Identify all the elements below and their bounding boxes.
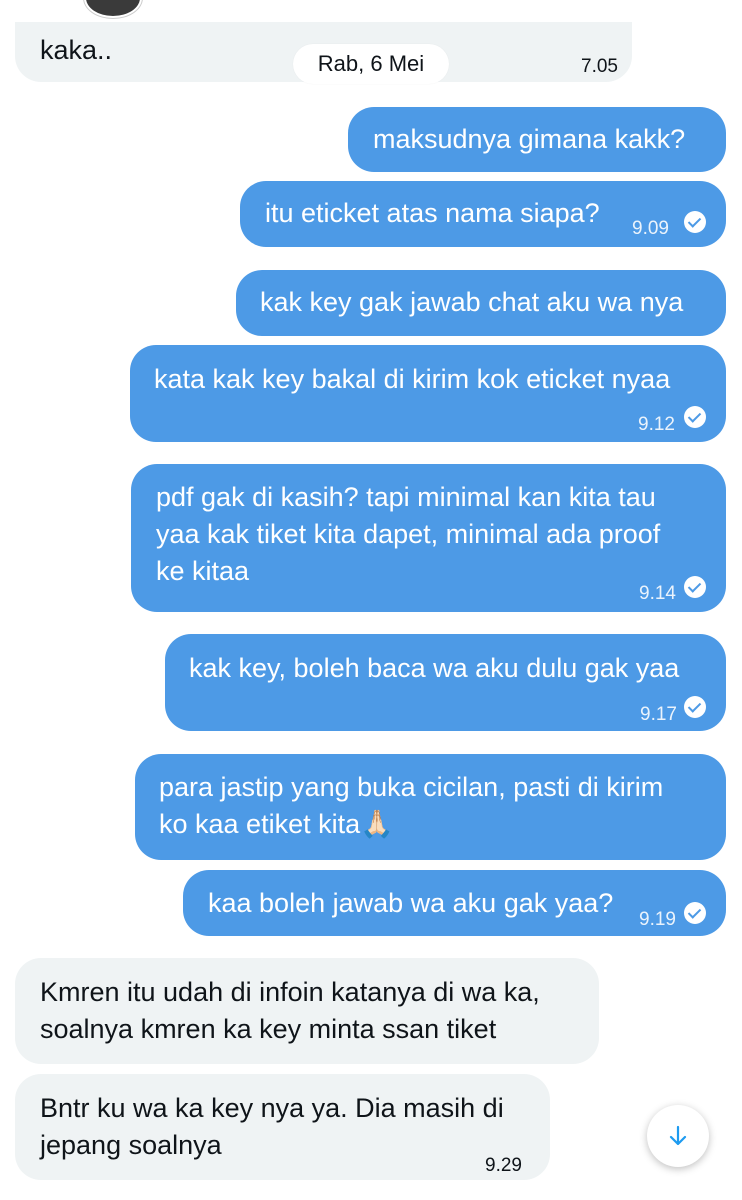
message-bubble-outgoing[interactable]: itu eticket atas nama siapa? 9.09: [240, 181, 726, 247]
message-line: Kmren itu udah di infoin katanya di wa k…: [40, 977, 540, 1007]
read-receipt-icon: [684, 696, 706, 718]
message-bubble-outgoing[interactable]: kaa boleh jawab wa aku gak yaa? 9.19: [183, 870, 726, 936]
message-time: 7.05: [581, 56, 618, 77]
message-text: itu eticket atas nama siapa?: [265, 198, 600, 228]
message-bubble-outgoing[interactable]: maksudnya gimana kakk?: [348, 107, 726, 172]
avatar[interactable]: [84, 0, 142, 18]
message-bubble-incoming[interactable]: Kmren itu udah di infoin katanya di wa k…: [15, 958, 599, 1064]
message-text: kaa boleh jawab wa aku gak yaa?: [208, 888, 614, 918]
message-text: Kmren itu udah di infoin katanya di wa k…: [40, 974, 540, 1048]
message-time: 9.14: [639, 583, 676, 604]
message-text: para jastip yang buka cicilan, pasti di …: [159, 769, 663, 843]
message-line: pdf gak di kasih? tapi minimal kan kita …: [156, 482, 656, 512]
message-bubble-outgoing[interactable]: kak key gak jawab chat aku wa nya: [236, 270, 726, 336]
read-receipt-icon: [684, 576, 706, 598]
read-receipt-icon: [684, 211, 706, 233]
message-text: maksudnya gimana kakk?: [373, 124, 686, 154]
message-bubble-outgoing[interactable]: kak key, boleh baca wa aku dulu gak yaa …: [165, 634, 726, 731]
message-line: soalnya kmren ka key minta ssan tiket: [40, 1014, 497, 1044]
message-bubble-outgoing[interactable]: kata kak key bakal di kirim kok eticket …: [130, 345, 726, 442]
read-receipt-icon: [684, 902, 706, 924]
message-bubble-incoming[interactable]: Bntr ku wa ka key nya ya. Dia masih di j…: [15, 1074, 550, 1180]
message-time: 9.19: [639, 909, 676, 930]
message-text: kaka..: [40, 35, 113, 65]
scroll-to-bottom-button[interactable]: [647, 1105, 709, 1167]
message-line: yaa kak tiket kita dapet, minimal ada pr…: [156, 519, 661, 549]
message-line: ke kitaa: [156, 556, 250, 586]
message-line: para jastip yang buka cicilan, pasti di …: [159, 772, 664, 802]
message-bubble-outgoing[interactable]: pdf gak di kasih? tapi minimal kan kita …: [131, 464, 726, 612]
message-text: kak key gak jawab chat aku wa nya: [260, 287, 684, 317]
message-line: jepang soalnya: [40, 1130, 222, 1160]
date-separator: Rab, 6 Mei: [293, 44, 449, 84]
message-time: 9.29: [485, 1155, 522, 1176]
message-time: 9.17: [640, 704, 677, 725]
read-receipt-icon: [684, 406, 706, 428]
message-text: Bntr ku wa ka key nya ya. Dia masih di j…: [40, 1090, 504, 1164]
message-text: pdf gak di kasih? tapi minimal kan kita …: [156, 479, 660, 590]
message-text: kata kak key bakal di kirim kok eticket …: [154, 364, 671, 394]
message-text: kak key, boleh baca wa aku dulu gak yaa: [189, 653, 680, 683]
message-line: ko kaa etiket kita🙏🏻: [159, 809, 394, 839]
message-bubble-outgoing[interactable]: para jastip yang buka cicilan, pasti di …: [135, 754, 726, 860]
message-time: 9.12: [638, 414, 675, 435]
arrow-down-icon: [669, 1125, 687, 1146]
message-line: Bntr ku wa ka key nya ya. Dia masih di: [40, 1093, 504, 1123]
message-time: 9.09: [632, 218, 669, 239]
